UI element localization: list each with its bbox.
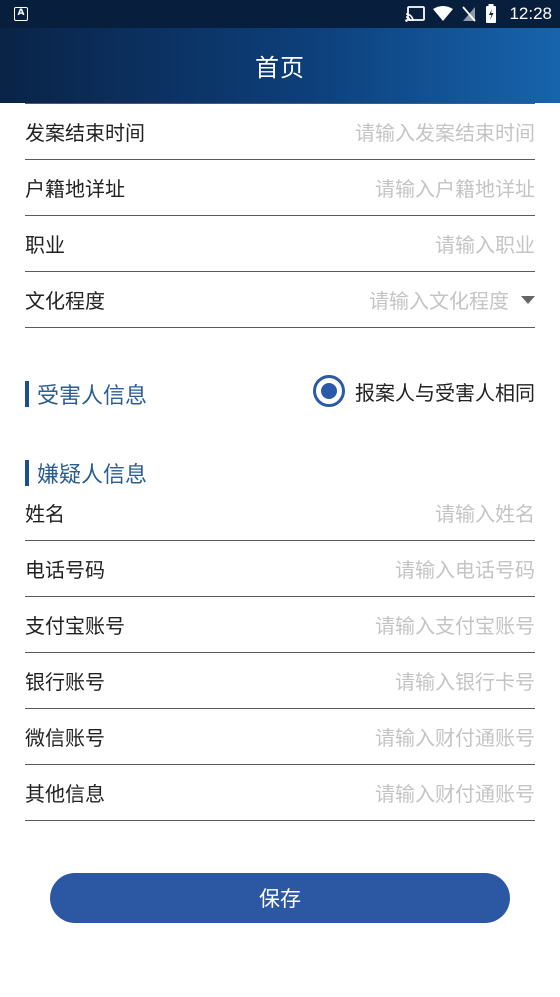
- suspect-other-input[interactable]: 请输入财付通账号: [375, 778, 535, 807]
- victim-section-header: 受害人信息: [25, 378, 147, 410]
- field-label: 电话号码: [25, 558, 105, 582]
- suspect-bank-field[interactable]: 银行账号 请输入银行卡号: [25, 653, 535, 709]
- radio-dot: [321, 383, 337, 399]
- education-placeholder: 请输入文化程度: [369, 289, 509, 313]
- household-address-field[interactable]: 户籍地详址 请输入户籍地详址: [25, 160, 535, 216]
- no-sim-icon: [461, 5, 477, 23]
- suspect-alipay-field[interactable]: 支付宝账号 请输入支付宝账号: [25, 597, 535, 653]
- notification-app-icon: A: [14, 7, 28, 21]
- victim-section-title: 受害人信息: [37, 384, 148, 409]
- save-button[interactable]: 保存: [50, 873, 510, 923]
- radio-checked-icon[interactable]: [313, 375, 345, 407]
- field-label: 银行账号: [25, 670, 105, 694]
- status-time: 12:28: [509, 4, 552, 23]
- case-end-time-field[interactable]: 发案结束时间 请输入发案结束时间: [25, 104, 535, 160]
- field-label: 支付宝账号: [25, 614, 125, 638]
- suspect-bank-input[interactable]: 请输入银行卡号: [395, 666, 535, 695]
- wifi-icon: [433, 6, 454, 22]
- occupation-field[interactable]: 职业 请输入职业: [25, 216, 535, 272]
- field-label: 职业: [25, 233, 65, 257]
- same-as-reporter-radio[interactable]: 报案人与受害人相同: [313, 375, 535, 407]
- suspect-other-field[interactable]: 其他信息 请输入财付通账号: [25, 765, 535, 821]
- education-select[interactable]: 请输入文化程度: [369, 285, 535, 314]
- dropdown-arrow-icon[interactable]: [521, 295, 535, 304]
- field-label: 发案结束时间: [25, 121, 145, 145]
- field-label: 微信账号: [25, 726, 105, 750]
- education-field[interactable]: 文化程度 请输入文化程度: [25, 272, 535, 328]
- app-bar: 首页: [0, 28, 560, 103]
- case-end-time-input[interactable]: 请输入发案结束时间: [355, 117, 535, 146]
- occupation-input[interactable]: 请输入职业: [435, 229, 535, 258]
- field-label: 姓名: [25, 502, 65, 526]
- cast-icon: [405, 6, 426, 22]
- suspect-phone-field[interactable]: 电话号码 请输入电话号码: [25, 541, 535, 597]
- page-title: 首页: [255, 54, 305, 82]
- field-label: 文化程度: [25, 289, 105, 313]
- household-address-input[interactable]: 请输入户籍地详址: [375, 173, 535, 202]
- section-accent-bar: [25, 460, 29, 486]
- field-label: 户籍地详址: [25, 177, 125, 201]
- field-label: 其他信息: [25, 782, 105, 806]
- suspect-name-input[interactable]: 请输入姓名: [435, 498, 535, 527]
- suspect-phone-input[interactable]: 请输入电话号码: [395, 554, 535, 583]
- radio-label: 报案人与受害人相同: [355, 380, 535, 405]
- suspect-wechat-input[interactable]: 请输入财付通账号: [375, 722, 535, 751]
- battery-icon: [485, 4, 497, 24]
- suspect-name-field[interactable]: 姓名 请输入姓名: [25, 485, 535, 541]
- suspect-alipay-input[interactable]: 请输入支付宝账号: [375, 610, 535, 639]
- section-accent-bar: [25, 381, 29, 407]
- suspect-wechat-field[interactable]: 微信账号 请输入财付通账号: [25, 709, 535, 765]
- status-bar: A 12:28: [0, 0, 560, 28]
- status-icons: 12:28: [405, 0, 552, 28]
